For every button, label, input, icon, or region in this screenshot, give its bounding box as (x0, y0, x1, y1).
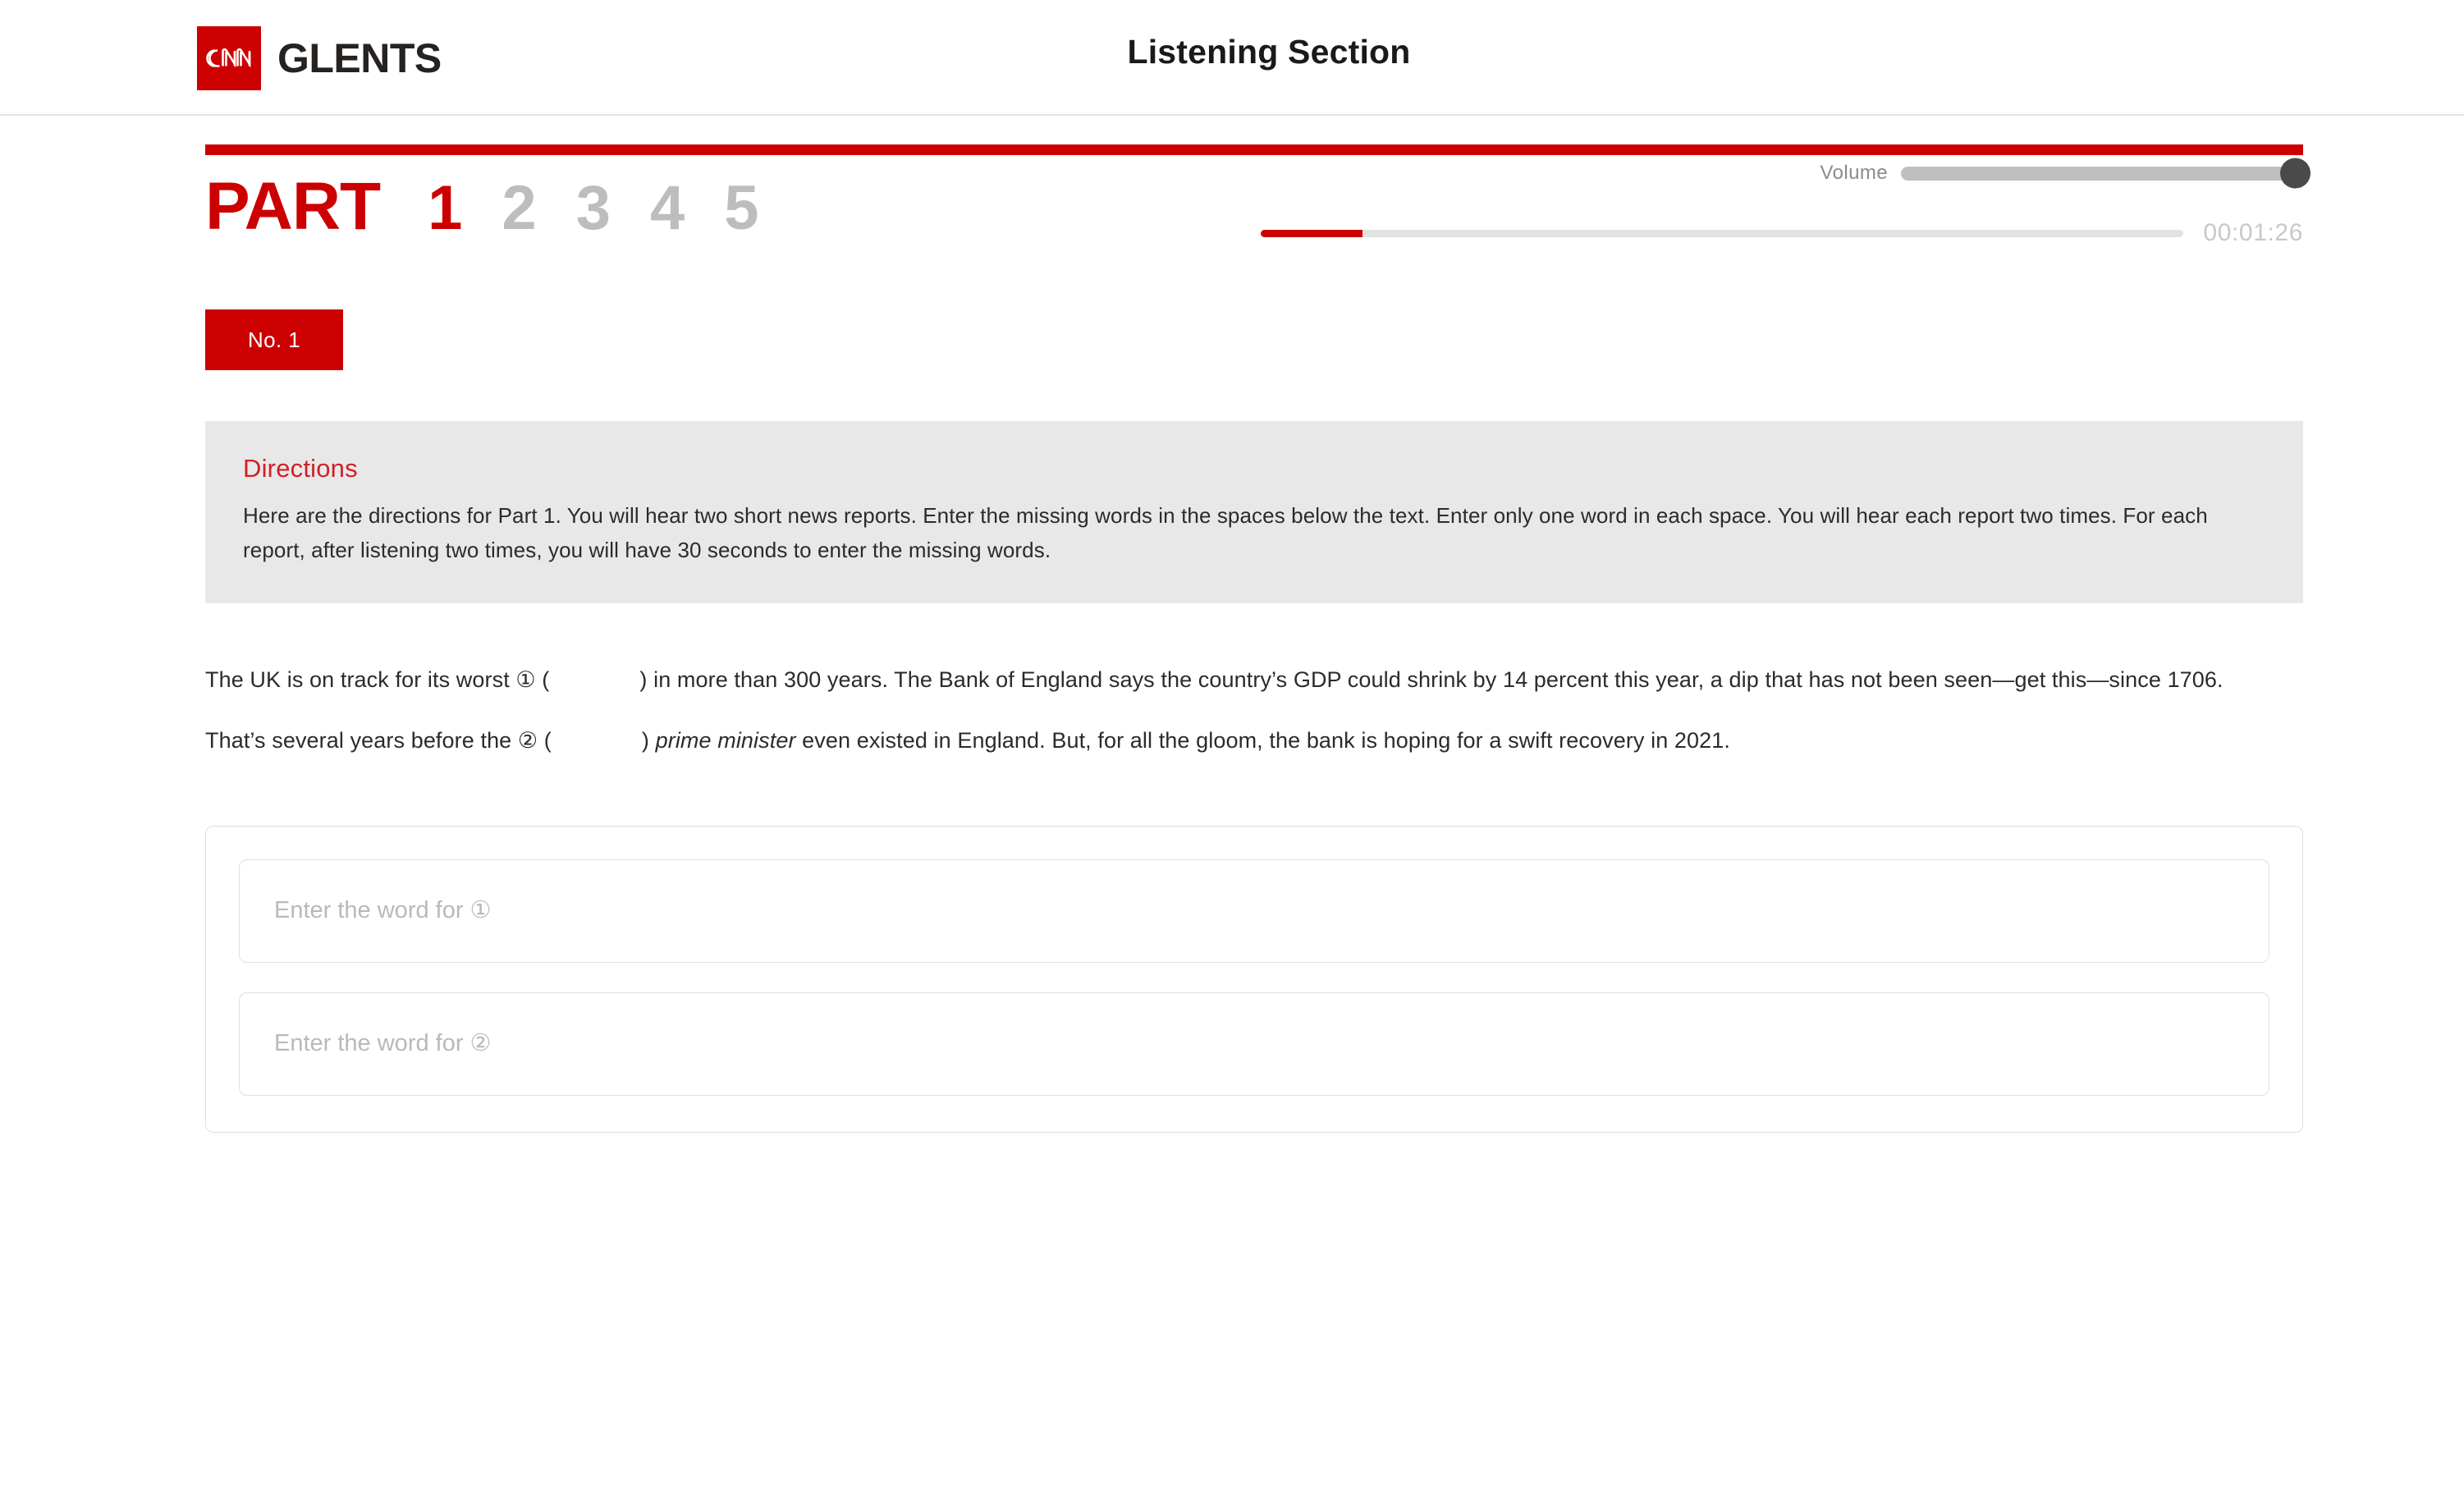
volume-label: Volume (1820, 162, 1888, 184)
app-header: GLENTS Listening Section (0, 0, 2464, 116)
answer-input-1[interactable] (239, 859, 2269, 963)
passage-segment-5: even existed in England. But, for all th… (795, 728, 1730, 754)
content-column: PART 1 2 3 4 5 Volume 00:01:26 No. 1 Dir… (205, 144, 2311, 1133)
time-remaining-label: 00:01:26 (2203, 219, 2303, 246)
answer-panel (205, 825, 2303, 1133)
part-label: PART (205, 169, 381, 244)
part-tab-1[interactable]: 1 (428, 177, 462, 240)
directions-heading: Directions (243, 454, 358, 483)
answer-input-2[interactable] (239, 992, 2269, 1096)
page-title: Listening Section (1127, 33, 1411, 71)
audio-player: Volume 00:01:26 (1261, 155, 2311, 270)
volume-slider[interactable] (1901, 158, 2311, 189)
progress-slider[interactable] (1261, 229, 2184, 237)
part-tab-4[interactable]: 4 (650, 177, 685, 240)
section-divider (205, 144, 2303, 155)
question-number-badge: No. 1 (205, 309, 344, 370)
passage-segment-3: ) (641, 728, 656, 754)
passage-italic-term: prime minister (655, 728, 796, 754)
part-tab-5[interactable]: 5 (724, 177, 758, 240)
part-navigation: PART 1 2 3 4 5 (205, 173, 759, 240)
directions-box: Directions Here are the directions for P… (205, 421, 2303, 604)
page-body: PART 1 2 3 4 5 Volume 00:01:26 No. 1 Dir… (0, 144, 2464, 1133)
part-tab-2[interactable]: 2 (502, 177, 536, 240)
playback-progress-row: 00:01:26 (1261, 219, 2303, 247)
volume-control: Volume (1820, 158, 2311, 189)
part-navigation-row: PART 1 2 3 4 5 Volume 00:01:26 (205, 155, 2311, 278)
volume-slider-thumb[interactable] (2280, 158, 2311, 189)
directions-text: Here are the directions for Part 1. You … (243, 503, 2208, 563)
passage-text: The UK is on track for its worst ① () in… (205, 649, 2282, 772)
progress-fill (1261, 229, 1363, 237)
passage-segment-1: The UK is on track for its worst ① ( (205, 667, 550, 693)
part-tab-3[interactable]: 3 (576, 177, 611, 240)
